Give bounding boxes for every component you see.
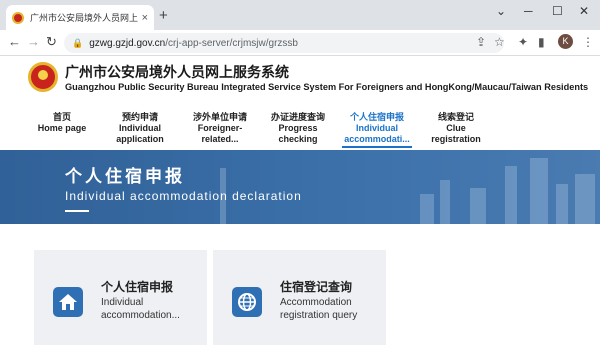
nav-clue-registration[interactable]: 线索登记 Clue registration [424, 112, 488, 145]
back-icon[interactable]: ← [8, 34, 21, 49]
banner-underline [65, 210, 89, 212]
page-banner: 个人住宿申报 Individual accommodation declarat… [0, 150, 600, 224]
site-title: 广州市公安局境外人员网上服务系统 [65, 65, 289, 81]
card-description: Accommodation registration query [280, 296, 380, 322]
profile-avatar[interactable]: K [558, 34, 573, 49]
home-icon [53, 287, 83, 317]
new-tab-button[interactable]: + [159, 7, 168, 24]
building-silhouette [420, 194, 434, 224]
lock-icon[interactable]: 🔒 [72, 38, 83, 49]
nav-individual-application[interactable]: 预约申请 Individual application [108, 112, 172, 145]
card-desc-line1: Individual [101, 297, 144, 308]
close-tab-icon[interactable]: × [142, 12, 148, 24]
nav-label-en: Clue [446, 123, 466, 133]
nav-label-en-line2: related... [201, 134, 239, 144]
forward-icon[interactable]: → [27, 34, 40, 49]
nav-label-en-line2: application [116, 134, 164, 144]
card-desc-line2: accommodation... [101, 310, 180, 321]
bookmark-star-icon[interactable]: ☆ [494, 35, 505, 49]
nav-individual-accommodation[interactable]: 个人住宿申报 Individual accommodati... [342, 112, 412, 148]
card-desc-line1: Accommodation [280, 297, 352, 308]
reload-icon[interactable]: ↻ [46, 34, 57, 50]
tab-title: 广州市公安局境外人员网上服务 [30, 13, 138, 23]
nav-foreigner-related[interactable]: 涉外单位申请 Foreigner- related... [188, 112, 252, 145]
maximize-icon[interactable]: ☐ [552, 4, 563, 18]
police-badge-icon [12, 11, 24, 24]
nav-label-en: Individual [355, 123, 398, 133]
nav-label-en-line2: registration [431, 134, 481, 144]
share-icon[interactable]: ⇪ [476, 35, 486, 49]
building-silhouette [440, 180, 450, 224]
browser-toolbar: ← → ↻ 🔒 gzwg.gzjd.gov.cn /crj-app-server… [0, 30, 600, 56]
building-silhouette [530, 158, 548, 224]
tab-search-icon[interactable]: ⌄ [496, 4, 506, 18]
nav-label-en: Progress [278, 123, 318, 133]
extensions-icon[interactable]: ✦ [518, 35, 528, 49]
globe-icon [232, 287, 262, 317]
nav-progress-checking[interactable]: 办证进度查询 Progress checking [266, 112, 330, 145]
card-title: 个人住宿申报 [101, 280, 174, 294]
url-path: /crj-app-server/crjmsjw/grzssb [165, 37, 298, 49]
nav-label-zh: 涉外单位申请 [192, 112, 247, 122]
card-title: 住宿登记查询 [280, 280, 353, 294]
building-silhouette [556, 184, 568, 224]
more-menu-icon[interactable]: ⋮ [582, 35, 594, 49]
nav-home[interactable]: 首页 Home page [34, 112, 90, 134]
site-subtitle: Guangzhou Public Security Bureau Integra… [65, 82, 589, 92]
card-individual-accommodation[interactable]: 个人住宿申报 Individual accommodation... [34, 250, 207, 345]
browser-tab[interactable]: 广州市公安局境外人员网上服务 × [6, 5, 154, 30]
side-panel-icon[interactable]: ▮ [538, 35, 545, 49]
banner-subtitle: Individual accommodation declaration [65, 189, 302, 203]
building-silhouette [470, 188, 486, 224]
address-bar[interactable]: 🔒 gzwg.gzjd.gov.cn /crj-app-server/crjms… [64, 33, 504, 53]
nav-label-zh: 首页 [52, 112, 71, 122]
nav-label-zh: 预约申请 [121, 112, 158, 122]
content-area: 个人住宿申报 Individual accommodation... 住宿登记查… [0, 224, 600, 363]
card-accommodation-query[interactable]: 住宿登记查询 Accommodation registration query [213, 250, 386, 345]
url-host: gzwg.gzjd.gov.cn [89, 37, 166, 49]
card-desc-line2: registration query [280, 310, 358, 321]
police-emblem-logo [28, 62, 58, 92]
building-silhouette [505, 166, 517, 224]
nav-label-en-line2: checking [278, 134, 318, 144]
nav-label-en: Foreigner- [197, 123, 243, 133]
banner-title: 个人住宿申报 [65, 167, 185, 186]
nav-label-zh: 办证进度查询 [270, 112, 325, 122]
minimize-icon[interactable]: ─ [524, 4, 533, 18]
main-nav: 首页 Home page 预约申请 Individual application… [0, 112, 600, 150]
close-window-icon[interactable]: ✕ [579, 4, 589, 18]
nav-label-zh: 线索登记 [437, 112, 474, 122]
building-silhouette [575, 174, 595, 224]
card-description: Individual accommodation... [101, 296, 201, 322]
nav-label-en: Individual [118, 123, 161, 133]
browser-tabstrip: 广州市公安局境外人员网上服务 × + ⌄ ─ ☐ ✕ [0, 0, 600, 30]
nav-label-en: Home page [37, 123, 87, 133]
nav-label-zh: 个人住宿申报 [349, 112, 404, 122]
nav-label-en-line2: accommodati... [344, 134, 410, 144]
